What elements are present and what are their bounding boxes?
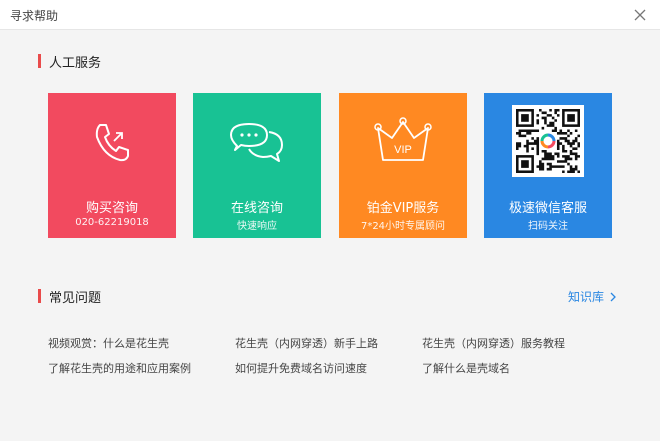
faq-link[interactable]: 视频观赏：什么是花生壳 bbox=[48, 335, 169, 351]
faq-link[interactable]: 了解花生壳的用途和应用案例 bbox=[48, 360, 191, 376]
online-consult-card[interactable]: 在线咨询 快速响应 bbox=[193, 93, 321, 238]
faq-link[interactable]: 如何提升免费域名访问速度 bbox=[235, 360, 367, 376]
knowledge-base-label: 知识库 bbox=[568, 290, 605, 304]
service-heading-text: 人工服务 bbox=[49, 55, 102, 71]
vip-icon-text: VIP bbox=[394, 144, 412, 156]
chevron-right-icon bbox=[610, 292, 616, 301]
card-label: 在线咨询 bbox=[230, 201, 283, 216]
faq-link[interactable]: 花生壳（内网穿透）服务教程 bbox=[422, 335, 565, 351]
card-subtitle: 快速响应 bbox=[237, 221, 277, 232]
card-subtitle: 扫码关注 bbox=[528, 221, 568, 232]
faq-heading: 常见问题 bbox=[38, 288, 102, 306]
chat-bubbles-icon bbox=[193, 109, 321, 177]
title-bar: 寻求帮助 bbox=[0, 0, 660, 30]
knowledge-base-link[interactable]: 知识库 bbox=[568, 288, 618, 305]
close-icon[interactable] bbox=[629, 4, 651, 26]
purchase-consult-card[interactable]: 购买咨询 020-62219018 bbox=[48, 93, 176, 238]
card-label: 购买咨询 bbox=[85, 201, 138, 216]
phone-icon bbox=[48, 109, 176, 177]
vip-service-card[interactable]: VIP 铂金VIP服务 7*24小时专属顾问 bbox=[339, 93, 467, 238]
window-title: 寻求帮助 bbox=[10, 9, 59, 23]
faq-link[interactable]: 花生壳（内网穿透）新手上路 bbox=[235, 335, 378, 351]
wechat-service-card[interactable]: 极速微信客服 扫码关注 bbox=[484, 93, 612, 238]
card-label: 铂金VIP服务 bbox=[366, 201, 440, 216]
service-heading: 人工服务 bbox=[38, 53, 102, 71]
card-label: 极速微信客服 bbox=[508, 201, 587, 216]
heading-accent-bar bbox=[38, 54, 41, 68]
faq-heading-text: 常见问题 bbox=[49, 290, 102, 306]
card-subtitle: 020-62219018 bbox=[75, 217, 149, 228]
qr-code-icon bbox=[512, 105, 584, 177]
vip-crown-icon: VIP bbox=[339, 109, 467, 177]
faq-link[interactable]: 了解什么是壳域名 bbox=[422, 360, 510, 376]
heading-accent-bar bbox=[38, 289, 41, 303]
card-subtitle: 7*24小时专属顾问 bbox=[360, 221, 446, 232]
